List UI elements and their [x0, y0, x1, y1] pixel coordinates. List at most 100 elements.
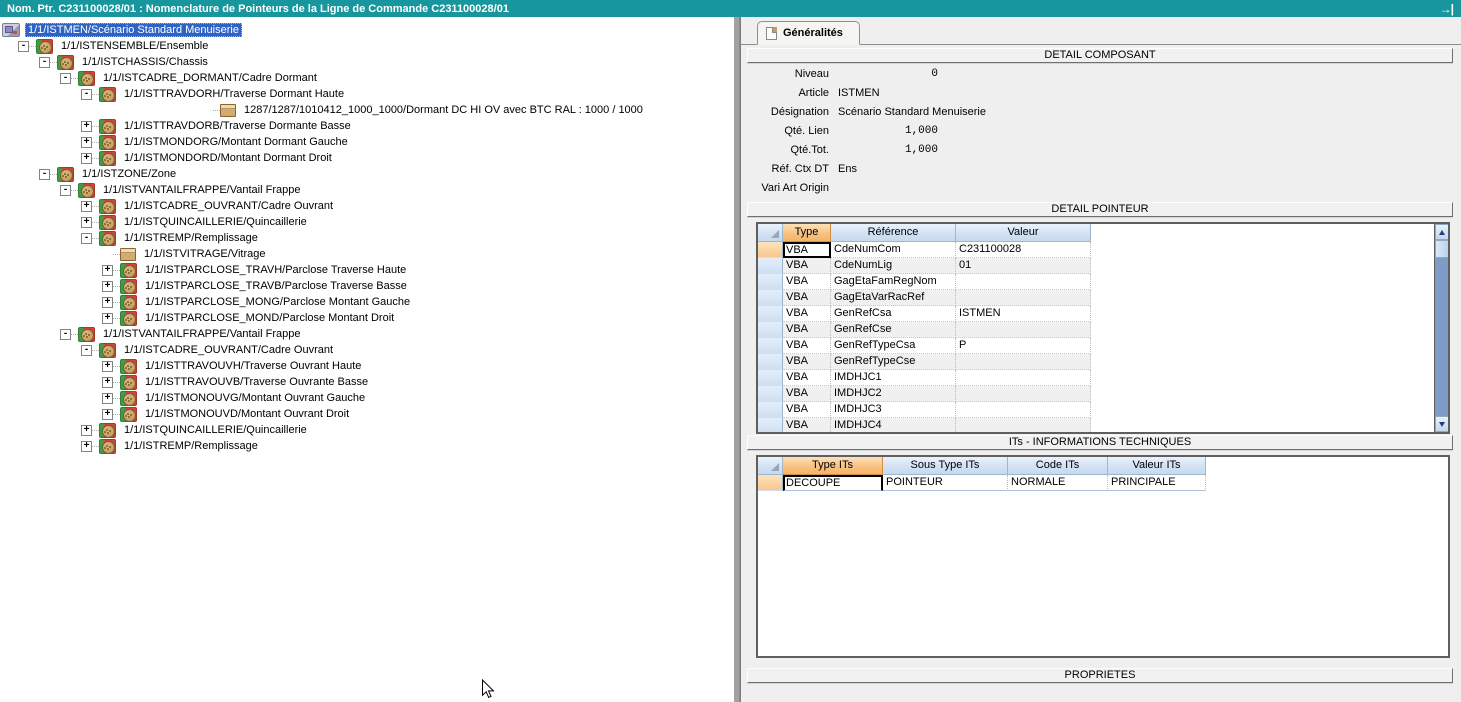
grid-cell[interactable]: VBA — [783, 258, 831, 274]
tab-generalites[interactable]: Généralités — [757, 21, 860, 45]
row-selector-cell[interactable] — [758, 402, 783, 418]
tree-item[interactable]: +1/1/ISTMONDORG/Montant Dormant Gauche — [0, 134, 732, 150]
grid-cell[interactable] — [956, 370, 1091, 386]
grid-cell[interactable]: GenRefTypeCse — [831, 354, 956, 370]
grid-cell[interactable]: GenRefTypeCsa — [831, 338, 956, 354]
grid-cell[interactable]: CdeNumLig — [831, 258, 956, 274]
grid-cell[interactable]: CdeNumCom — [831, 242, 956, 258]
tree-item-label[interactable]: 1/1/ISTQUINCAILLERIE/Quincaillerie — [121, 215, 310, 229]
scrollbar-thumb[interactable] — [1435, 240, 1449, 258]
tree-item[interactable]: +1/1/ISTTRAVDORB/Traverse Dormante Basse — [0, 118, 732, 134]
tree-item[interactable]: 1/1/ISTMEN/Scénario Standard Menuiserie — [0, 22, 732, 38]
grid-cell[interactable]: C231100028 — [956, 242, 1091, 258]
row-selector-cell[interactable] — [758, 370, 783, 386]
row-selector-cell[interactable] — [758, 306, 783, 322]
tree-item-label[interactable]: 1/1/ISTZONE/Zone — [79, 167, 179, 181]
expand-plus-icon[interactable]: + — [81, 137, 92, 148]
tree-item[interactable]: +1/1/ISTMONOUVG/Montant Ouvrant Gauche — [0, 390, 732, 406]
expand-plus-icon[interactable]: + — [81, 121, 92, 132]
expand-plus-icon[interactable]: + — [81, 425, 92, 436]
grid-cell[interactable]: ISTMEN — [956, 306, 1091, 322]
tree-item[interactable]: - 1/1/ISTVANTAILFRAPPE/Vantail Frappe — [0, 326, 732, 342]
tree-item-label[interactable]: 1/1/ISTPARCLOSE_MONG/Parclose Montant Ga… — [142, 295, 413, 309]
row-selector-cell[interactable] — [758, 258, 783, 274]
grid-cell[interactable]: P — [956, 338, 1091, 354]
tree-item-label[interactable]: 1/1/ISTMEN/Scénario Standard Menuiserie — [25, 23, 242, 37]
expand-plus-icon[interactable]: + — [102, 361, 113, 372]
tree-item-label[interactable]: 1/1/ISTCHASSIS/Chassis — [79, 55, 211, 69]
tree-item[interactable]: - 1/1/ISTCADRE_DORMANT/Cadre Dormant — [0, 70, 732, 86]
tree-item-label[interactable]: 1/1/ISTREMP/Remplissage — [121, 439, 261, 453]
grid-cell[interactable]: VBA — [783, 418, 831, 434]
grid-cell[interactable]: IMDHJC3 — [831, 402, 956, 418]
column-header[interactable]: Référence — [831, 224, 956, 242]
grid-cell[interactable] — [956, 290, 1091, 306]
collapse-minus-icon[interactable]: - — [39, 169, 50, 180]
tree-item[interactable]: -1287/1287/1010412_1000_1000/Dormant DC … — [0, 102, 732, 118]
tree-item[interactable]: +1/1/ISTPARCLOSE_TRAVH/Parclose Traverse… — [0, 262, 732, 278]
grid-cell[interactable]: IMDHJC1 — [831, 370, 956, 386]
column-header[interactable]: Sous Type ITs — [883, 457, 1008, 475]
collapse-minus-icon[interactable]: - — [60, 329, 71, 340]
grid-cell[interactable]: VBA — [783, 370, 831, 386]
tree-item-label[interactable]: 1/1/ISTENSEMBLE/Ensemble — [58, 39, 211, 53]
tree-item-label[interactable]: 1/1/ISTVANTAILFRAPPE/Vantail Frappe — [100, 183, 303, 197]
tree-item-label[interactable]: 1/1/ISTMONOUVD/Montant Ouvrant Droit — [142, 407, 352, 421]
tree-item-label[interactable]: 1/1/ISTCADRE_OUVRANT/Cadre Ouvrant — [121, 199, 336, 213]
column-header[interactable]: Type ITs — [783, 457, 883, 475]
expand-plus-icon[interactable]: + — [102, 297, 113, 308]
tree-item-label[interactable]: 1/1/ISTVANTAILFRAPPE/Vantail Frappe — [100, 327, 303, 341]
tree-item[interactable]: +1/1/ISTMONDORD/Montant Dormant Droit — [0, 150, 732, 166]
grid-cell[interactable]: VBA — [783, 322, 831, 338]
grid-cell[interactable]: PRINCIPALE — [1108, 475, 1206, 491]
collapse-minus-icon[interactable]: - — [18, 41, 29, 52]
column-header[interactable]: Valeur — [956, 224, 1091, 242]
tree-item-label[interactable]: 1/1/ISTREMP/Remplissage — [121, 231, 261, 245]
expand-plus-icon[interactable]: + — [102, 313, 113, 324]
grid-cell[interactable] — [956, 418, 1091, 434]
tree-item[interactable]: -1/1/ISTCADRE_OUVRANT/Cadre Ouvrant — [0, 342, 732, 358]
grid-cell[interactable]: GenRefCse — [831, 322, 956, 338]
row-selector-cell[interactable] — [758, 354, 783, 370]
tree-item-label[interactable]: 1287/1287/1010412_1000_1000/Dormant DC H… — [241, 103, 646, 117]
column-header[interactable]: Code ITs — [1008, 457, 1108, 475]
tree-item-label[interactable]: 1/1/ISTVITRAGE/Vitrage — [141, 247, 268, 261]
tree-item[interactable]: +1/1/ISTQUINCAILLERIE/Quincaillerie — [0, 214, 732, 230]
expand-plus-icon[interactable]: + — [102, 393, 113, 404]
grid-cell[interactable]: DECOUPE — [783, 475, 883, 491]
tree-item[interactable]: +1/1/ISTPARCLOSE_MONG/Parclose Montant G… — [0, 294, 732, 310]
grid-cell[interactable]: VBA — [783, 274, 831, 290]
tree-item[interactable]: +1/1/ISTCADRE_OUVRANT/Cadre Ouvrant — [0, 198, 732, 214]
grid-cell[interactable]: VBA — [783, 242, 831, 258]
tree-item-label[interactable]: 1/1/ISTCADRE_DORMANT/Cadre Dormant — [100, 71, 320, 85]
row-selector-cell[interactable] — [758, 418, 783, 434]
tree-item-label[interactable]: 1/1/ISTPARCLOSE_TRAVH/Parclose Traverse … — [142, 263, 409, 277]
tree-item-label[interactable]: 1/1/ISTTRAVOUVH/Traverse Ouvrant Haute — [142, 359, 364, 373]
tree-item[interactable]: +1/1/ISTTRAVOUVH/Traverse Ouvrant Haute — [0, 358, 732, 374]
grid-cell[interactable]: NORMALE — [1008, 475, 1108, 491]
grid-cell[interactable]: VBA — [783, 338, 831, 354]
row-selector-cell[interactable] — [758, 322, 783, 338]
column-header[interactable]: Type — [783, 224, 831, 242]
tree-item[interactable]: - 1/1/ISTENSEMBLE/Ensemble — [0, 38, 732, 54]
grid-cell[interactable] — [956, 386, 1091, 402]
grid-cell[interactable] — [956, 354, 1091, 370]
expand-plus-icon[interactable]: + — [102, 265, 113, 276]
column-header[interactable]: Valeur ITs — [1108, 457, 1206, 475]
grid-cell[interactable] — [956, 402, 1091, 418]
scrollbar-up-button[interactable] — [1435, 224, 1449, 240]
tree-item[interactable]: -1/1/ISTTRAVDORH/Traverse Dormant Haute — [0, 86, 732, 102]
grid-cell[interactable]: GagEtaVarRacRef — [831, 290, 956, 306]
grid-cell[interactable] — [956, 322, 1091, 338]
grid-cell[interactable] — [956, 274, 1091, 290]
tree-item[interactable]: +1/1/ISTMONOUVD/Montant Ouvrant Droit — [0, 406, 732, 422]
tree-item[interactable]: -1/1/ISTCHASSIS/Chassis — [0, 54, 732, 70]
collapse-minus-icon[interactable]: - — [60, 73, 71, 84]
grid-cell[interactable]: VBA — [783, 402, 831, 418]
tree-item-label[interactable]: 1/1/ISTQUINCAILLERIE/Quincaillerie — [121, 423, 310, 437]
grid-cell[interactable]: VBA — [783, 306, 831, 322]
grid-corner-cell[interactable] — [758, 457, 783, 475]
grid-cell[interactable]: VBA — [783, 354, 831, 370]
expand-plus-icon[interactable]: + — [102, 281, 113, 292]
collapse-minus-icon[interactable]: - — [81, 345, 92, 356]
